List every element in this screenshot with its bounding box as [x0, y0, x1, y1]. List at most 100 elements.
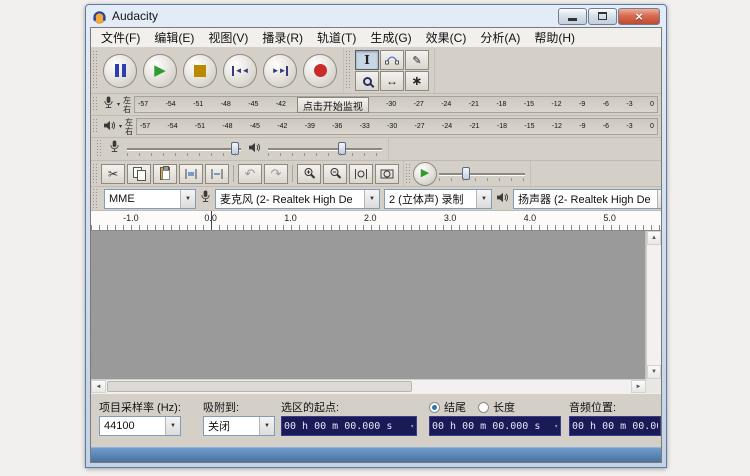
- stop-button[interactable]: [183, 53, 217, 88]
- copy-button[interactable]: [127, 163, 151, 184]
- menu-item[interactable]: 分析(A): [473, 28, 527, 48]
- input-volume-slider[interactable]: [125, 141, 243, 157]
- undo-button[interactable]: ↶: [238, 163, 262, 184]
- menu-item[interactable]: 生成(G): [363, 28, 418, 48]
- redo-button[interactable]: ↷: [264, 163, 288, 184]
- envelope-tool-button[interactable]: [380, 50, 404, 70]
- fit-project-icon: [380, 168, 394, 180]
- trim-audio-button[interactable]: [179, 163, 203, 184]
- dropdown-arrow-icon[interactable]: ▼: [364, 189, 379, 208]
- zoom-in-button[interactable]: [297, 163, 321, 184]
- toolbar-grip[interactable]: [93, 119, 99, 134]
- pause-icon: [114, 64, 126, 77]
- vertical-scrollbar[interactable]: ▲ ▼: [646, 231, 661, 379]
- radio-length-dot[interactable]: [478, 401, 489, 413]
- scroll-down-button[interactable]: ▼: [647, 365, 661, 379]
- start-monitoring-button[interactable]: 点击开始监视: [296, 97, 369, 113]
- toolbar-grip[interactable]: [93, 189, 99, 208]
- audio-host-select[interactable]: MME ▼: [104, 188, 196, 209]
- play-at-speed-button[interactable]: ▶: [413, 161, 437, 186]
- horizontal-scrollbar[interactable]: ◄ ►: [91, 379, 646, 393]
- meter-menu-caret-icon[interactable]: ▾: [119, 123, 122, 130]
- selection-start-time-field[interactable]: 00 h 00 m 00.000 s ▾: [281, 416, 417, 436]
- menu-item[interactable]: 轨道(T): [310, 28, 363, 48]
- timeline-label: 5.0: [603, 213, 616, 223]
- radio-length[interactable]: 长度: [478, 399, 515, 415]
- pause-button[interactable]: [103, 53, 137, 88]
- snap-to-select[interactable]: 关闭 ▼: [203, 416, 275, 436]
- menu-item[interactable]: 播录(R): [255, 28, 310, 48]
- radio-end[interactable]: 结尾: [429, 399, 466, 415]
- dropdown-arrow-icon[interactable]: ▼: [180, 189, 195, 208]
- playback-speed-slider[interactable]: [437, 166, 527, 182]
- radio-end-dot[interactable]: [429, 401, 440, 413]
- menu-item[interactable]: 文件(F): [94, 28, 147, 48]
- playback-speed-slider-thumb[interactable]: [461, 166, 470, 180]
- paste-button[interactable]: [153, 163, 177, 184]
- zoom-tool-button[interactable]: [355, 71, 379, 91]
- microphone-icon: [103, 96, 114, 114]
- recording-device-select[interactable]: 麦克风 (2- Realtek High De ▼: [215, 188, 380, 209]
- timeline-ruler[interactable]: -1.0 0.0 1.0 2.0 3.0 4.0 5.0: [91, 211, 661, 231]
- output-volume-slider[interactable]: [266, 141, 384, 157]
- scroll-up-button[interactable]: ▲: [647, 231, 661, 245]
- toolbar-grip[interactable]: [93, 97, 99, 112]
- meter-menu-caret-icon[interactable]: ▾: [117, 101, 120, 108]
- selection-toolbar: 项目采样率 (Hz): 44100 ▼ 吸附到: 关闭 ▼ 选区的起点: 00 …: [91, 393, 661, 447]
- fit-selection-button[interactable]: [349, 163, 373, 184]
- db-scale-number: -57: [138, 101, 149, 108]
- menu-item[interactable]: 效果(C): [419, 28, 474, 48]
- cut-button[interactable]: ✂: [101, 163, 125, 184]
- record-button[interactable]: [303, 53, 337, 88]
- menu-item[interactable]: 视图(V): [201, 28, 255, 48]
- project-rate-select[interactable]: 44100 ▼: [99, 416, 181, 436]
- playback-meter-scale[interactable]: -57 -54 -51 -48 -45 -42 -39 -36 -33 -30 -27 -24 -21-…: [136, 118, 658, 135]
- silence-audio-button[interactable]: [205, 163, 229, 184]
- menu-item[interactable]: 帮助(H): [527, 28, 582, 48]
- fit-project-button[interactable]: [375, 163, 399, 184]
- play-at-speed-icon: ▶: [420, 167, 430, 179]
- playback-device-select[interactable]: 扬声器 (2- Realtek High De ▼: [513, 188, 661, 209]
- toolbar-grip[interactable]: [93, 164, 99, 183]
- horizontal-scrollbar-thumb[interactable]: [107, 381, 413, 392]
- skip-to-end-button[interactable]: ►►: [263, 53, 297, 88]
- output-volume-slider-thumb[interactable]: [337, 142, 346, 155]
- audio-position-time-field[interactable]: 00 h 00 m 00.000 s: [569, 416, 661, 436]
- scrollbar-corner: [646, 379, 661, 393]
- time-format-caret-icon[interactable]: ▾: [552, 423, 558, 430]
- zoom-out-button[interactable]: [323, 163, 347, 184]
- play-button[interactable]: ▶: [143, 53, 177, 88]
- envelope-tool-icon: [385, 53, 399, 68]
- dropdown-arrow-icon[interactable]: ▼: [165, 417, 180, 435]
- toolbar-grip[interactable]: [346, 51, 352, 90]
- maximize-button[interactable]: [588, 7, 617, 25]
- dropdown-arrow-icon[interactable]: ▼: [476, 189, 491, 208]
- dropdown-arrow-icon[interactable]: ▼: [259, 417, 274, 435]
- recording-device-value: 麦克风 (2- Realtek High De: [220, 193, 353, 206]
- dropdown-arrow-icon[interactable]: ▼: [657, 189, 661, 208]
- skip-to-start-button[interactable]: ◄◄: [223, 53, 257, 88]
- recording-channels-value: 2 (立体声) 录制: [389, 193, 464, 206]
- multi-tool-button[interactable]: ∗: [405, 71, 429, 91]
- recording-meter-scale[interactable]: -57-54-51-48-45-42-39-36-33-30-27-24-21-…: [134, 96, 658, 113]
- menu-item[interactable]: 编辑(E): [147, 28, 201, 48]
- right-channel-label: 右: [123, 104, 132, 114]
- time-shift-tool-button[interactable]: ↔: [380, 71, 404, 91]
- audacity-window: Audacity × 文件(F) 编辑(E) 视图(V) 播录(R) 轨道(T) 生成(G…: [85, 4, 667, 468]
- right-channel-label: 右: [125, 126, 134, 136]
- input-volume-slider-thumb[interactable]: [230, 142, 239, 155]
- selection-tool-button[interactable]: I: [355, 50, 379, 70]
- scroll-right-button[interactable]: ►: [631, 380, 646, 393]
- close-button[interactable]: ×: [618, 7, 660, 25]
- toolbar-grip[interactable]: [97, 140, 103, 158]
- time-format-caret-icon[interactable]: ▾: [408, 423, 414, 430]
- selection-end-time-field[interactable]: 00 h 00 m 00.000 s ▾: [429, 416, 561, 436]
- snap-to-label: 吸附到:: [203, 402, 240, 414]
- minimize-button[interactable]: [558, 7, 587, 25]
- toolbar-grip[interactable]: [406, 164, 412, 183]
- draw-tool-button[interactable]: ✎: [405, 50, 429, 70]
- db-scale-number: -36: [332, 123, 343, 130]
- toolbar-grip[interactable]: [93, 51, 99, 90]
- scroll-left-button[interactable]: ◄: [91, 380, 106, 393]
- recording-channels-select[interactable]: 2 (立体声) 录制 ▼: [384, 188, 492, 209]
